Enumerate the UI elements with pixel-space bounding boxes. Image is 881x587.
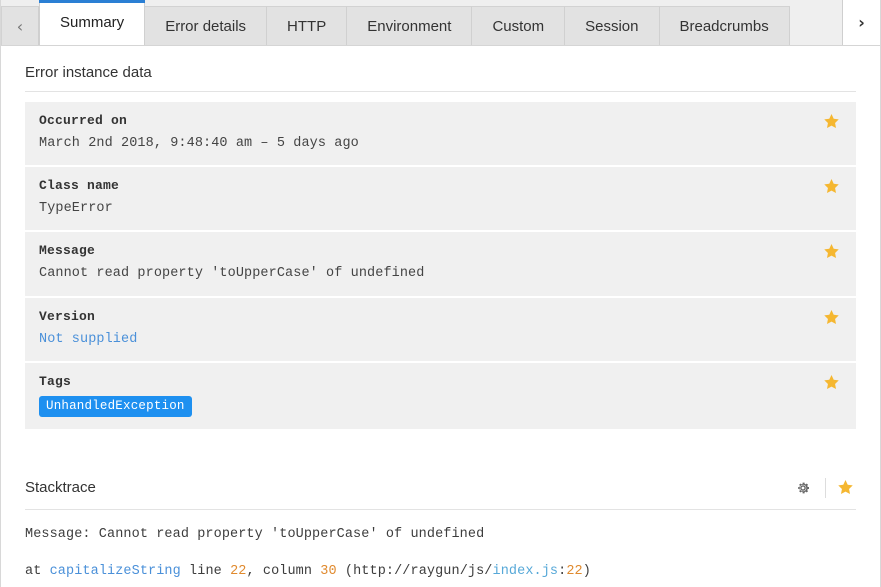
data-row-value: TypeError	[39, 201, 113, 217]
tab-list: Summary Error details HTTP Environment Custo…	[39, 0, 842, 45]
star-icon	[824, 114, 839, 129]
tag-list: UnhandledException	[39, 395, 808, 417]
frame-prefix: at	[25, 564, 50, 580]
tab-error-details[interactable]: Error details	[145, 6, 268, 45]
frame-file[interactable]: index.js	[493, 564, 559, 579]
stacktrace-actions	[789, 477, 856, 499]
frame-url-line: 22	[566, 564, 583, 580]
tabs-scroll-right-button[interactable]: ›	[842, 0, 880, 45]
frame-url-suffix: )	[582, 564, 591, 580]
tabs-scroll-left-button[interactable]: ‹	[1, 6, 39, 45]
star-icon	[824, 374, 839, 389]
data-row: Occurred on March 2nd 2018, 9:48:40 am – …	[25, 102, 856, 168]
stacktrace-message-line: Message: Cannot read property 'toUpperCa…	[25, 526, 485, 542]
star-icon	[824, 244, 839, 259]
tab-session[interactable]: Session	[565, 6, 660, 45]
frame-column-number: 30	[320, 564, 337, 580]
frame-column-label: , column	[246, 564, 321, 580]
data-row: Class name TypeError	[25, 167, 856, 233]
data-row: Tags UnhandledException	[25, 362, 856, 429]
stacktrace-settings-button[interactable]	[789, 477, 817, 499]
data-row-favorite-button[interactable]	[823, 309, 840, 326]
tab-custom[interactable]: Custom	[472, 6, 566, 45]
tab-label: Environment	[367, 17, 452, 35]
stacktrace-header: Stacktrace	[25, 459, 856, 510]
tab-summary[interactable]: Summary	[39, 0, 146, 45]
tab-label: Custom	[492, 17, 545, 35]
stacktrace-section: Stacktrace Message: Cannot read property…	[25, 459, 856, 587]
data-row: Message Cannot read property 'toUpperCase…	[25, 232, 856, 298]
data-row-label: Class name	[39, 178, 120, 194]
chevron-right-icon: ›	[858, 13, 865, 32]
tag-badge[interactable]: UnhandledException	[39, 395, 192, 417]
data-row-favorite-button[interactable]	[823, 113, 840, 130]
error-instance-title: Error instance data	[25, 64, 152, 81]
tab-bar: ‹ Summary Error details HTTP Environment Cus…	[1, 0, 880, 46]
tab-label: Session	[585, 17, 639, 35]
data-row-label: Occurred on	[39, 113, 128, 128]
actions-divider	[825, 477, 826, 498]
error-instance-header: Error instance data	[25, 46, 856, 92]
page-content: Error instance data Occurred on March 2nd…	[1, 46, 880, 587]
stacktrace-frame-list: at capitalizeString line 22, column 30 (…	[25, 558, 856, 587]
tab-breadcrumbs[interactable]: Breadcrumbs	[659, 6, 790, 45]
frame-line-label: line	[180, 564, 231, 580]
tab-label: Breadcrumbs	[679, 17, 769, 35]
stacktrace-frame: at capitalizeString line 22, column 30 (…	[25, 558, 856, 587]
star-icon	[824, 309, 839, 324]
data-row-favorite-button[interactable]	[823, 374, 840, 391]
error-detail-page: ‹ Summary Error details HTTP Environment Cus…	[0, 0, 881, 587]
gear-icon	[798, 482, 809, 494]
tab-label: Error details	[165, 17, 247, 35]
frame-function[interactable]: capitalizeString	[50, 564, 181, 579]
star-icon	[824, 179, 839, 194]
stacktrace-title: Stacktrace	[25, 479, 96, 497]
data-row-value: Cannot read property 'toUpperCase' of un…	[39, 266, 425, 282]
stacktrace-favorite-button[interactable]	[834, 477, 856, 499]
star-icon	[837, 480, 853, 495]
data-row-label: Version	[39, 308, 96, 324]
data-row-value: March 2nd 2018, 9:48:40 am – 5 days ago	[39, 136, 359, 151]
frame-url-prefix: (http://raygun/js/	[336, 564, 493, 580]
frame-line-number: 22	[230, 564, 247, 580]
tab-label: HTTP	[287, 17, 327, 35]
tab-label: Summary	[60, 14, 125, 31]
error-instance-table: Occurred on March 2nd 2018, 9:48:40 am – …	[25, 102, 856, 429]
data-row-label: Tags	[39, 373, 72, 389]
data-row-label: Message	[39, 243, 96, 259]
tab-http[interactable]: HTTP	[267, 6, 348, 45]
data-row-favorite-button[interactable]	[823, 178, 840, 195]
data-row-favorite-button[interactable]	[823, 243, 840, 260]
data-row-value[interactable]: Not supplied	[39, 331, 808, 349]
data-row: Version Not supplied	[25, 297, 856, 363]
tab-environment[interactable]: Environment	[347, 6, 473, 45]
stacktrace-body: Message: Cannot read property 'toUpperCa…	[25, 510, 856, 587]
chevron-left-icon: ‹	[16, 16, 24, 36]
